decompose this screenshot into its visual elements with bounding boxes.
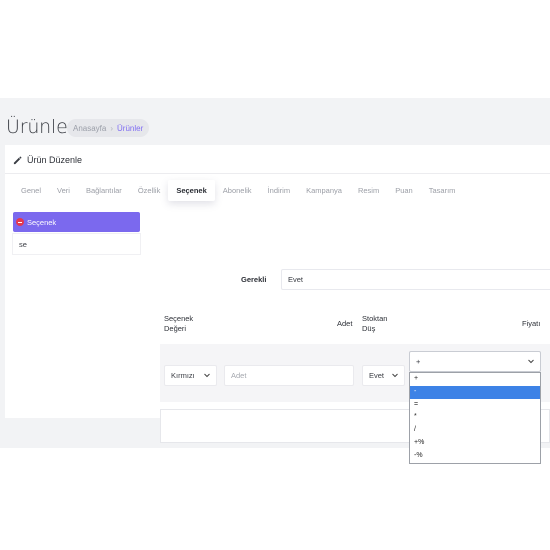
tab-secenek[interactable]: Seçenek: [168, 179, 215, 201]
tab-bar: Genel Veri Bağlantılar Özellik Seçenek A…: [13, 179, 463, 201]
required-label: Gerekli: [241, 275, 267, 284]
header-divider: [5, 173, 550, 174]
option-list-item-active[interactable]: Seçenek: [13, 212, 140, 232]
quantity-placeholder: Adet: [231, 371, 247, 380]
price-prefix-select[interactable]: +: [409, 351, 541, 372]
option-value-selected: Kırmızı: [171, 371, 195, 380]
minus-circle-icon[interactable]: [16, 218, 24, 226]
header-subtract-stock-line1: Stoktan: [362, 314, 388, 323]
dropdown-option[interactable]: =: [410, 399, 540, 412]
tab-abonelik[interactable]: Abonelik: [215, 180, 260, 201]
dropdown-option[interactable]: +: [410, 373, 540, 386]
tab-veri[interactable]: Veri: [49, 180, 78, 201]
tab-kampanya[interactable]: Kampanya: [298, 180, 350, 201]
price-prefix-selected: +: [416, 357, 421, 366]
dropdown-option[interactable]: *: [410, 411, 540, 424]
option-list-item-label: Seçenek: [27, 217, 57, 227]
tab-genel[interactable]: Genel: [13, 180, 49, 201]
dropdown-option[interactable]: /: [410, 424, 540, 437]
tab-tasarim[interactable]: Tasarım: [421, 180, 464, 201]
header-price: Fiyatı: [522, 319, 541, 328]
breadcrumb: Anasayfa › Ürünler: [67, 119, 150, 137]
breadcrumb-current: Ürünler: [117, 123, 144, 133]
header-subtract-stock-line2: Düş: [362, 324, 376, 333]
card-header: Ürün Düzenle: [13, 155, 82, 165]
tab-puan[interactable]: Puan: [387, 180, 421, 201]
dropdown-option[interactable]: +%: [410, 437, 540, 450]
subtract-stock-select[interactable]: Evet: [362, 365, 405, 386]
chevron-down-icon: [392, 373, 398, 378]
header-option-value-line1: Seçenek: [164, 314, 194, 323]
page-title: Ürünler: [6, 116, 76, 138]
chevron-down-icon: [528, 359, 534, 364]
dropdown-option-highlighted[interactable]: -: [410, 385, 540, 399]
price-prefix-dropdown: + - = * / +% -%: [409, 372, 541, 464]
subtract-stock-selected: Evet: [369, 371, 385, 380]
breadcrumb-separator: ›: [110, 123, 114, 133]
tab-ozellik[interactable]: Özellik: [130, 180, 169, 201]
tab-resim[interactable]: Resim: [350, 180, 387, 201]
required-select[interactable]: Evet: [281, 269, 550, 290]
dropdown-option[interactable]: -%: [410, 450, 540, 463]
option-autocomplete-input[interactable]: se: [13, 234, 140, 254]
header-subtract-stock: Stoktan Düş: [362, 314, 387, 334]
header-quantity: Adet: [337, 319, 353, 328]
quantity-input[interactable]: Adet: [224, 365, 354, 386]
header-option-value-line2: Değeri: [164, 324, 187, 333]
card-title: Ürün Düzenle: [27, 155, 83, 165]
header-option-value: Seçenek Değeri: [164, 314, 193, 334]
product-edit-card: Ürün Düzenle Genel Veri Bağlantılar Özel…: [5, 145, 550, 464]
tab-indirim[interactable]: İndirim: [260, 180, 299, 201]
option-value-select[interactable]: Kırmızı: [164, 365, 217, 386]
tab-baglantilar[interactable]: Bağlantılar: [78, 180, 130, 201]
breadcrumb-home[interactable]: Anasayfa: [73, 124, 106, 133]
page-background: Ürünler Anasayfa › Ürünler Ürün Düzenle …: [0, 98, 550, 464]
pencil-icon: [13, 155, 22, 164]
chevron-down-icon: [204, 373, 210, 378]
